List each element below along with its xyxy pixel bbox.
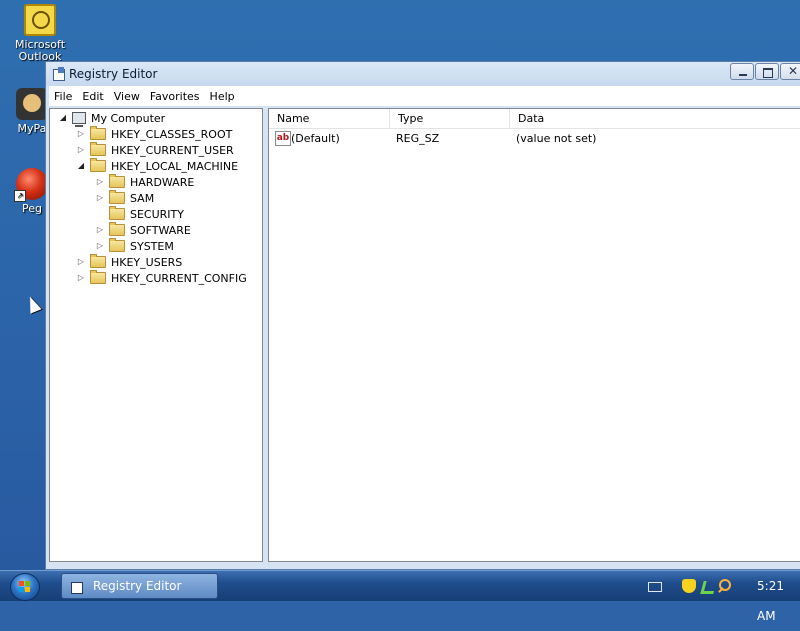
tree-item-label: HKEY_CURRENT_CONFIG [111, 271, 247, 285]
tree-item-label: HKEY_LOCAL_MACHINE [111, 159, 239, 173]
column-header-name[interactable]: Name [269, 109, 390, 128]
mypc-icon [16, 88, 48, 120]
close-button[interactable]: ✕ [780, 63, 800, 80]
menu-view[interactable]: View [109, 90, 145, 103]
tree-item-hardware[interactable]: ▷ HARDWARE [95, 174, 194, 190]
tree-item-hkey-users[interactable]: ▷ HKEY_USERS [76, 254, 182, 270]
close-icon: ✕ [787, 64, 799, 78]
clock[interactable]: 5:21 AM [757, 571, 784, 631]
expand-arrow-icon[interactable]: ▷ [95, 190, 105, 206]
search-icon[interactable] [718, 579, 732, 593]
tree-item-label: HKEY_CURRENT_USER [111, 143, 234, 157]
folder-icon [109, 190, 125, 204]
outlook-icon [24, 4, 56, 36]
taskbar: Registry Editor 5:21 AM [0, 570, 800, 623]
menu-favorites[interactable]: Favorites [145, 90, 205, 103]
peg-shortcut-icon: ↗ [14, 168, 48, 202]
network-icon[interactable] [700, 579, 714, 593]
tree-item-label: HKEY_USERS [111, 255, 183, 269]
expand-arrow-icon[interactable]: ▷ [95, 238, 105, 254]
registry-editor-icon [70, 580, 84, 594]
keyboard-icon[interactable] [648, 582, 662, 592]
computer-icon [72, 112, 86, 127]
column-header-row: Name Type Data [269, 109, 800, 129]
tree-item-label: SECURITY [130, 207, 184, 221]
expand-arrow-icon[interactable]: ▷ [95, 222, 105, 238]
mouse-cursor-icon [24, 294, 42, 314]
taskbar-button-label: Registry Editor [93, 579, 182, 593]
windows-logo-icon [19, 581, 31, 593]
expand-arrow-icon[interactable]: ▷ [76, 270, 86, 286]
security-shield-icon[interactable] [682, 579, 696, 593]
menu-bar: File Edit View Favorites Help [49, 86, 800, 106]
folder-icon [90, 254, 106, 268]
tree-item-sam[interactable]: ▷ SAM [95, 190, 154, 206]
string-value-icon: ab [275, 131, 291, 146]
tree-item-hkey-current-user[interactable]: ▷ HKEY_CURRENT_USER [76, 142, 234, 158]
tree-item-label: SAM [130, 191, 155, 205]
expand-arrow-icon[interactable]: ▷ [76, 142, 86, 158]
window-title: Registry Editor [69, 67, 158, 81]
registry-tree[interactable]: ◢ My Computer ▷ HKEY_CLASSES_ROOT ▷ HKEY… [49, 108, 263, 562]
collapse-arrow-icon[interactable]: ◢ [76, 158, 86, 174]
column-header-type[interactable]: Type [390, 109, 510, 128]
minimize-button[interactable] [730, 63, 754, 80]
desktop-icon-outlook[interactable]: Microsoft Outlook [0, 4, 80, 63]
start-button[interactable] [10, 573, 40, 601]
folder-icon [90, 142, 106, 156]
shortcut-arrow-icon: ↗ [14, 190, 26, 202]
column-header-data[interactable]: Data [510, 109, 800, 128]
title-bar[interactable]: Registry Editor ✕ [46, 62, 800, 86]
folder-icon [109, 174, 125, 188]
tree-item-hkey-classes-root[interactable]: ▷ HKEY_CLASSES_ROOT [76, 126, 232, 142]
folder-icon [109, 238, 125, 252]
folder-icon [109, 206, 125, 220]
tree-item-my-computer[interactable]: ◢ My Computer [58, 110, 166, 127]
caption-buttons: ✕ [729, 63, 800, 81]
desktop-icon-label: Microsoft Outlook [14, 38, 66, 63]
folder-icon [90, 158, 106, 172]
tree-item-hkey-current-config[interactable]: ▷ HKEY_CURRENT_CONFIG [76, 270, 247, 286]
folder-icon [90, 270, 106, 284]
tree-item-label: HARDWARE [130, 175, 195, 189]
tree-item-system[interactable]: ▷ SYSTEM [95, 238, 174, 254]
tree-item-security[interactable]: SECURITY [95, 206, 184, 222]
menu-file[interactable]: File [49, 90, 77, 103]
expand-arrow-icon[interactable]: ▷ [95, 174, 105, 190]
expand-arrow-icon[interactable]: ▷ [76, 254, 86, 270]
registry-editor-window: Registry Editor ✕ File Edit View Favorit… [45, 61, 800, 570]
tree-item-label: SOFTWARE [130, 223, 191, 237]
registry-editor-icon [52, 67, 66, 81]
value-row[interactable]: ab (Default) REG_SZ (value not set) [269, 131, 800, 147]
tree-item-hkey-local-machine[interactable]: ◢ HKEY_LOCAL_MACHINE [76, 158, 238, 174]
collapse-arrow-icon[interactable]: ◢ [58, 110, 68, 126]
tree-item-label: SYSTEM [130, 239, 174, 253]
folder-icon [90, 126, 106, 140]
value-name: (Default) [291, 132, 340, 145]
menu-edit[interactable]: Edit [77, 90, 108, 103]
tree-item-software[interactable]: ▷ SOFTWARE [95, 222, 191, 238]
expand-arrow-icon[interactable]: ▷ [76, 126, 86, 142]
tree-item-label: HKEY_CLASSES_ROOT [111, 127, 233, 141]
folder-icon [109, 222, 125, 236]
expand-placeholder [95, 206, 105, 222]
value-data: (value not set) [516, 132, 597, 145]
value-type: REG_SZ [396, 132, 440, 145]
maximize-button[interactable] [755, 63, 779, 80]
values-list[interactable]: Name Type Data ab (Default) REG_SZ (valu… [268, 108, 800, 562]
taskbar-button-registry-editor[interactable]: Registry Editor [61, 573, 218, 599]
tree-item-label: My Computer [91, 111, 166, 125]
menu-help[interactable]: Help [205, 90, 240, 103]
